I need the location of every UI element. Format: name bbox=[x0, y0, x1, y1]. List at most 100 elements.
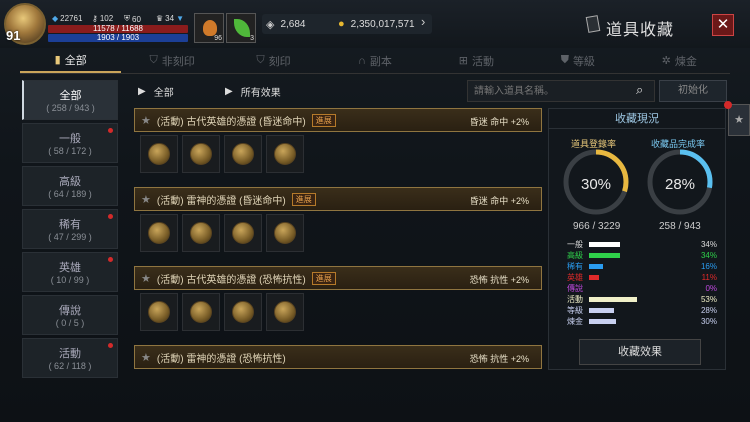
mp-bar: 1903 / 1903 bbox=[48, 34, 188, 42]
category-advanced[interactable]: 高級( 64 / 189 ) bbox=[22, 166, 118, 206]
status-badge: 進展 bbox=[311, 113, 336, 127]
stat-b: ⚷ 102 bbox=[92, 14, 114, 23]
tab-non-engraved[interactable]: ⛉ 非刻印 bbox=[121, 48, 222, 73]
category-normal[interactable]: 一般( 58 / 172 ) bbox=[22, 123, 118, 163]
book-icon: ▮ bbox=[54, 54, 61, 66]
category-legend[interactable]: 傳說( 0 / 5 ) bbox=[22, 295, 118, 335]
item-slots bbox=[134, 135, 542, 181]
grade-row: 稀有 16% bbox=[567, 261, 717, 272]
item-slot[interactable] bbox=[266, 214, 304, 252]
herb-slot[interactable]: 3 bbox=[226, 13, 256, 43]
grade-name: 煉金 bbox=[567, 317, 583, 326]
chevron-right-icon[interactable]: › bbox=[421, 14, 425, 29]
shield-up-icon: ⛊ bbox=[560, 54, 569, 66]
alert-dot bbox=[108, 343, 113, 348]
collection-effect-button[interactable]: 收藏效果 bbox=[579, 339, 701, 365]
list-item[interactable]: ★ (活動) 雷神的憑證 (昏迷命中) 進展 昏迷 命中 +2% bbox=[134, 187, 542, 211]
grade-row: 活動 53% bbox=[567, 294, 717, 305]
item-slot[interactable] bbox=[182, 135, 220, 173]
item-effect: 昏迷 命中 +2% bbox=[469, 196, 529, 206]
item-slot[interactable] bbox=[140, 214, 178, 252]
triangle-right-icon: ▶ bbox=[138, 86, 146, 97]
tab-strip: ▮ 全部 ⛉ 非刻印 ⛉ 刻印 ∩ 副本 ⊞ 活動 ⛊ 等級 ✲ 煉金 bbox=[20, 48, 730, 74]
search-icon[interactable]: ⌕ bbox=[636, 82, 643, 98]
effect-filter[interactable]: ▶ 所有效果 bbox=[225, 84, 281, 99]
item-slot[interactable] bbox=[224, 293, 262, 331]
tab-alchemy[interactable]: ✲ 煉金 bbox=[629, 48, 730, 73]
item-slot[interactable] bbox=[224, 214, 262, 252]
category-event[interactable]: 活動( 62 / 118 ) bbox=[22, 338, 118, 378]
tab-event[interactable]: ⊞ 活動 bbox=[426, 48, 527, 73]
item-slot[interactable] bbox=[182, 293, 220, 331]
grade-row: 等級 28% bbox=[567, 305, 717, 316]
status-badge: 進展 bbox=[291, 192, 316, 206]
star-icon[interactable]: ★ bbox=[141, 193, 151, 206]
coin-icon bbox=[148, 143, 170, 165]
coin-icon bbox=[274, 222, 296, 244]
item-effect: 昏迷 命中 +2% bbox=[469, 117, 529, 127]
favorite-star-tab[interactable]: ★ bbox=[728, 104, 750, 136]
category-sidebar: 全部( 258 / 943 ) 一般( 58 / 172 ) 高級( 64 / … bbox=[22, 80, 118, 381]
grade-row: 傳說 0% bbox=[567, 283, 717, 294]
close-button[interactable]: ✕ bbox=[712, 14, 734, 36]
flower-icon: ✲ bbox=[661, 55, 671, 67]
tab-all[interactable]: ▮ 全部 bbox=[20, 48, 122, 73]
grade-bar-track bbox=[589, 308, 679, 313]
grade-bar-track bbox=[589, 275, 679, 280]
coin-icon bbox=[232, 222, 254, 244]
list-item[interactable]: ★ (活動) 雷神的憑證 (恐怖抗性) 恐怖 抗性 +2% bbox=[134, 345, 542, 369]
category-hero[interactable]: 英雄( 10 / 99 ) bbox=[22, 252, 118, 292]
item-slots bbox=[134, 293, 542, 339]
panel-title: 收藏現況 bbox=[549, 109, 725, 129]
stat-c: ⛨ 60 bbox=[124, 14, 141, 24]
collection-status-panel: 收藏現況 道具登錄率 30% 966 / 3229 收藏品完成率 28% 258… bbox=[548, 108, 726, 370]
reset-button[interactable]: 初始化 bbox=[659, 80, 727, 102]
grade-bar-fill bbox=[589, 297, 637, 302]
item-slot[interactable] bbox=[266, 293, 304, 331]
coin-icon bbox=[190, 222, 212, 244]
item-slot[interactable] bbox=[224, 135, 262, 173]
tab-level[interactable]: ⛊ 等級 bbox=[527, 48, 628, 73]
grade-name: 等級 bbox=[567, 306, 583, 315]
alert-dot bbox=[108, 257, 113, 262]
grade-bar-track bbox=[589, 319, 679, 324]
coin-icon bbox=[274, 143, 296, 165]
grade-percent: 30% bbox=[700, 317, 717, 326]
stat-d: ♛ 34 ▼ bbox=[156, 14, 184, 23]
alert-dot bbox=[108, 128, 113, 133]
star-icon[interactable]: ★ bbox=[141, 114, 151, 127]
coin-icon bbox=[148, 301, 170, 323]
category-rare[interactable]: 稀有( 47 / 299 ) bbox=[22, 209, 118, 249]
category-filter[interactable]: ▶ 全部 bbox=[138, 84, 174, 99]
herb-icon bbox=[234, 19, 250, 37]
item-slot[interactable] bbox=[140, 135, 178, 173]
category-all[interactable]: 全部( 258 / 943 ) bbox=[22, 80, 118, 120]
star-icon[interactable]: ★ bbox=[141, 272, 151, 285]
grade-row: 一般 34% bbox=[567, 239, 717, 250]
grade-bar-track bbox=[589, 297, 679, 302]
coin-icon bbox=[190, 301, 212, 323]
grade-name: 稀有 bbox=[567, 262, 583, 271]
grade-bar-fill bbox=[589, 319, 616, 324]
item-slots bbox=[134, 214, 542, 260]
item-slot[interactable] bbox=[140, 293, 178, 331]
tab-dungeon[interactable]: ∩ 副本 bbox=[324, 48, 425, 73]
grade-percent: 34% bbox=[700, 240, 717, 249]
star-icon[interactable]: ★ bbox=[141, 351, 151, 364]
triangle-right-icon: ▶ bbox=[225, 86, 233, 97]
list-item[interactable]: ★ (活動) 古代英雄的憑證 (昏迷命中) 進展 昏迷 命中 +2% bbox=[134, 108, 542, 132]
horseshoe-icon: ∩ bbox=[358, 54, 366, 67]
gold-currency: ● 2,350,017,571 bbox=[338, 18, 415, 30]
page-title: 道具收藏 bbox=[606, 22, 675, 39]
tab-engraved[interactable]: ⛉ 刻印 bbox=[223, 48, 324, 73]
item-slot[interactable] bbox=[266, 135, 304, 173]
gift-icon: ⊞ bbox=[458, 55, 468, 67]
hp-bar: 11578 / 11688 bbox=[48, 25, 188, 33]
search-input[interactable] bbox=[467, 80, 655, 102]
list-item[interactable]: ★ (活動) 古代英雄的憑證 (恐怖抗性) 進展 恐怖 抗性 +2% bbox=[134, 266, 542, 290]
registration-percent: 30% bbox=[580, 176, 612, 193]
diamond-icon: ◈ bbox=[266, 18, 275, 31]
potion-slot[interactable]: 96 bbox=[194, 13, 224, 43]
shield-icon: ⛉ bbox=[149, 54, 158, 66]
item-slot[interactable] bbox=[182, 214, 220, 252]
